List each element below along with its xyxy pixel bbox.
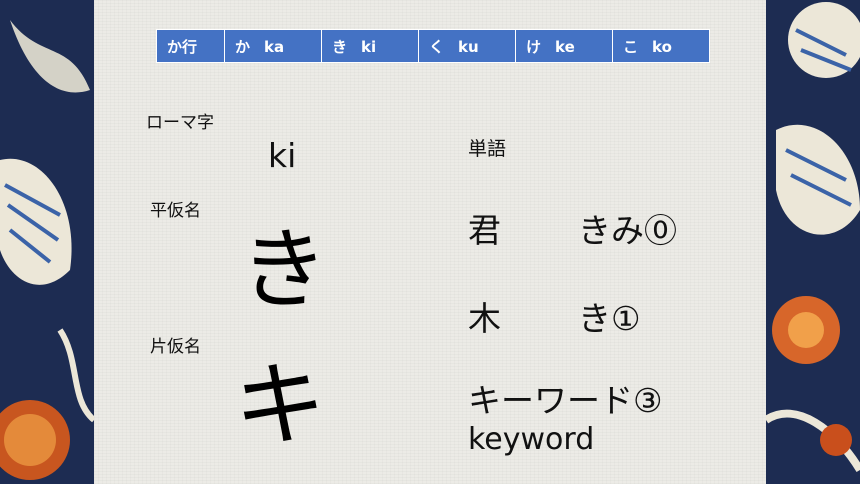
label-katakana: 片仮名 xyxy=(150,337,201,357)
katakana-character: キ xyxy=(234,352,327,459)
vocab-word-3: キーワード③ xyxy=(468,381,663,420)
vocab-word-1: 君 xyxy=(468,211,501,250)
vocab-word-2: 木 xyxy=(468,299,501,338)
label-hiragana: 平仮名 xyxy=(150,201,201,221)
label-romaji: ローマ字 xyxy=(146,113,214,133)
kana-row-table: か行 か ka き ki く ku け ke こ ko xyxy=(156,29,710,63)
kana-cell-row-label: か行 xyxy=(156,29,225,63)
kana-cell-ke: け ke xyxy=(515,29,613,63)
kana-cell-ku: く ku xyxy=(418,29,516,63)
right-floral-border xyxy=(766,0,860,484)
vocab-reading-3: keyword xyxy=(468,422,595,457)
vocab-reading-1: きみ⓪ xyxy=(578,211,677,250)
hiragana-character: き xyxy=(240,218,329,321)
label-vocabulary: 単語 xyxy=(468,138,507,160)
left-floral-border xyxy=(0,0,94,484)
vocab-reading-2: き① xyxy=(578,299,641,338)
kana-cell-ki: き ki xyxy=(321,29,419,63)
kana-cell-ko: こ ko xyxy=(612,29,710,63)
kana-cell-ka: か ka xyxy=(224,29,322,63)
romaji-value: ki xyxy=(268,136,297,175)
slide: か行 か ka き ki く ku け ke こ ko ローマ字 ki 平仮名 き 片仮名… xyxy=(94,0,766,484)
